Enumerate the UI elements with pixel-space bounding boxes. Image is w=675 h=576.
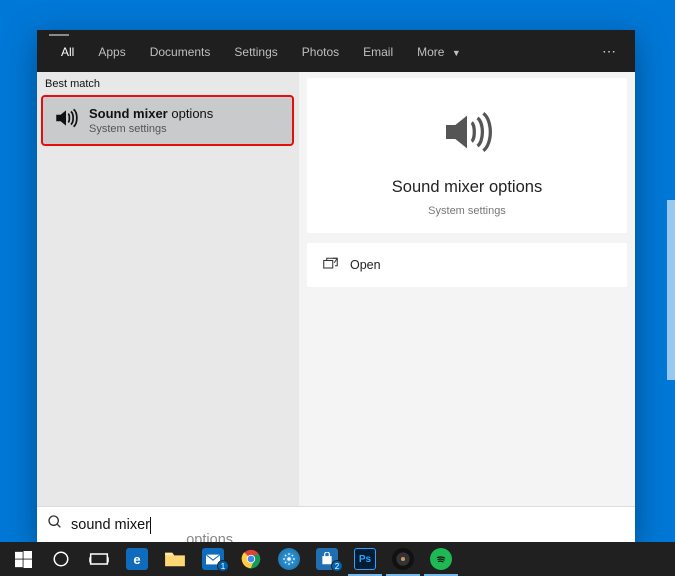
window-snap-hint bbox=[667, 200, 675, 380]
badge-count: 2 bbox=[331, 560, 343, 572]
taskbar: e 1 2 Ps bbox=[0, 542, 675, 576]
search-input-wrap[interactable]: sound mixer options bbox=[71, 516, 625, 534]
taskbar-app-media[interactable] bbox=[384, 542, 422, 576]
search-bar: sound mixer options bbox=[37, 506, 635, 542]
speaker-icon bbox=[53, 105, 79, 136]
result-title: Sound mixer options bbox=[89, 106, 213, 121]
start-button[interactable] bbox=[4, 542, 42, 576]
open-icon bbox=[323, 257, 338, 273]
search-input[interactable] bbox=[71, 517, 625, 533]
badge-count: 1 bbox=[217, 560, 229, 572]
preview-title: Sound mixer options bbox=[317, 178, 617, 197]
result-texts: Sound mixer options System settings bbox=[89, 106, 213, 135]
search-filter-tabs: All Apps Documents Settings Photos Email… bbox=[37, 30, 635, 72]
open-label: Open bbox=[350, 258, 381, 272]
tab-more-label: More bbox=[417, 45, 444, 59]
tab-email[interactable]: Email bbox=[351, 33, 405, 69]
preview-subtitle: System settings bbox=[317, 205, 617, 217]
preview-pane: Sound mixer options System settings Open bbox=[299, 72, 635, 506]
cortana-button[interactable] bbox=[42, 542, 80, 576]
taskbar-app-explorer[interactable] bbox=[156, 542, 194, 576]
result-sound-mixer-options[interactable]: Sound mixer options System settings bbox=[41, 95, 294, 146]
taskbar-app-mail[interactable]: 1 bbox=[194, 542, 232, 576]
tab-apps[interactable]: Apps bbox=[86, 33, 137, 69]
preview-card: Sound mixer options System settings bbox=[307, 78, 627, 233]
section-header-best-match: Best match bbox=[37, 72, 299, 95]
task-view-button[interactable] bbox=[80, 542, 118, 576]
taskbar-app-chrome[interactable] bbox=[232, 542, 270, 576]
search-icon bbox=[47, 514, 63, 535]
taskbar-app-photoshop[interactable]: Ps bbox=[346, 542, 384, 576]
taskbar-app-spotify[interactable] bbox=[422, 542, 460, 576]
start-search-panel: All Apps Documents Settings Photos Email… bbox=[37, 30, 635, 542]
tab-more[interactable]: More ▼ bbox=[405, 33, 473, 69]
more-options-button[interactable]: ⋯ bbox=[592, 35, 627, 68]
tab-documents[interactable]: Documents bbox=[138, 33, 223, 69]
text-caret bbox=[150, 517, 151, 534]
tab-settings[interactable]: Settings bbox=[222, 33, 289, 69]
chevron-down-icon: ▼ bbox=[452, 48, 461, 58]
taskbar-app-edge[interactable]: e bbox=[118, 542, 156, 576]
tab-all[interactable]: All bbox=[49, 33, 86, 69]
search-body: Best match Sound mixer options System se… bbox=[37, 72, 635, 506]
results-pane: Best match Sound mixer options System se… bbox=[37, 72, 299, 506]
preview-actions: Open bbox=[307, 243, 627, 287]
tab-photos[interactable]: Photos bbox=[290, 33, 351, 69]
taskbar-app-store[interactable]: 2 bbox=[308, 542, 346, 576]
taskbar-app-settings[interactable] bbox=[270, 542, 308, 576]
speaker-icon bbox=[317, 104, 617, 160]
open-action[interactable]: Open bbox=[307, 247, 627, 283]
result-subtitle: System settings bbox=[89, 123, 213, 135]
